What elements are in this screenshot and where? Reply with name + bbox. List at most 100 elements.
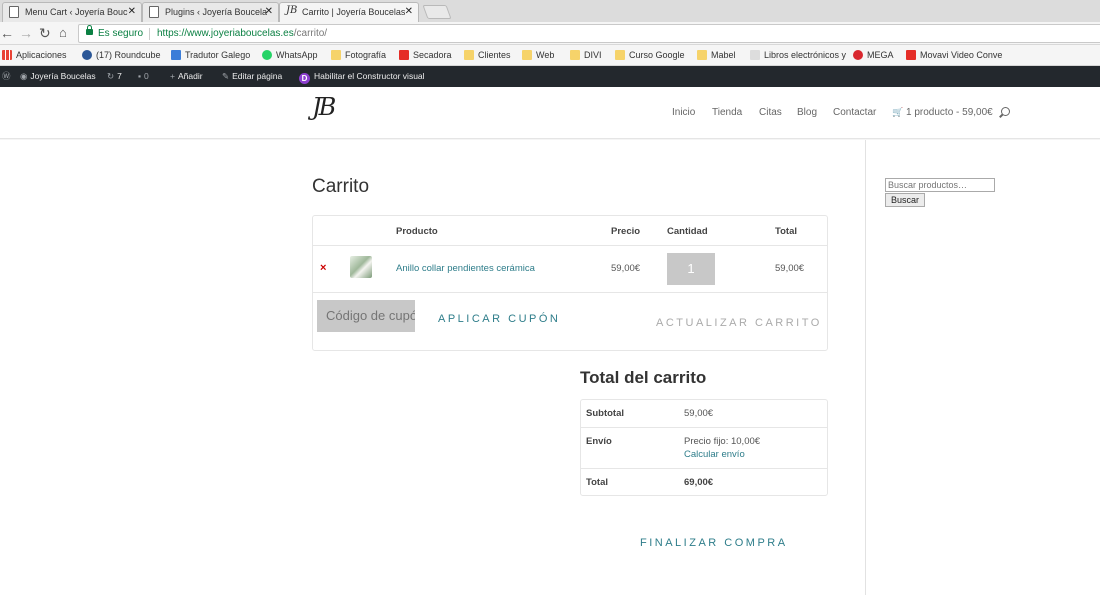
folder-icon <box>331 50 341 60</box>
tab-title: Menu Cart ‹ Joyería Bouc <box>25 7 128 17</box>
adminbar-site-name[interactable]: ◉ Joyería Boucelas <box>20 66 96 87</box>
column-header-total: Total <box>775 226 797 237</box>
bookmark-label: Web <box>536 50 555 60</box>
tab-title: Carrito | Joyería Boucelas <box>302 7 406 17</box>
bookmarks-bar: Aplicaciones (17) Roundcube Tradutor Gal… <box>0 45 1100 66</box>
bookmark-roundcube[interactable]: (17) Roundcube <box>82 49 161 61</box>
folder-icon <box>615 50 625 60</box>
bookmark-curso-google[interactable]: Curso Google <box>615 49 685 61</box>
adminbar-comments[interactable]: ▪ 0 <box>138 66 149 87</box>
menu-item-tienda[interactable]: Tienda <box>712 107 742 118</box>
bookmark-label: (17) Roundcube <box>96 50 161 60</box>
bookmark-mabel[interactable]: Mabel <box>697 49 736 61</box>
adminbar-add-new[interactable]: + Añadir <box>170 66 203 87</box>
back-icon[interactable]: ← <box>0 24 14 42</box>
url-path: /carrito/ <box>293 28 328 39</box>
pencil-icon: ✎ <box>222 71 230 81</box>
site-header: JB Inicio Tienda Citas Blog Contactar 🛒 … <box>0 87 1100 139</box>
bookmark-libros[interactable]: Libros electrónicos y <box>750 49 846 61</box>
page-icon <box>149 6 159 18</box>
folder-icon <box>522 50 532 60</box>
update-cart-button[interactable]: ACTUALIZAR CARRITO <box>656 317 822 329</box>
updates-count: 7 <box>117 71 122 81</box>
close-tab-icon[interactable]: ✕ <box>405 3 413 21</box>
bookmark-tradutor[interactable]: Tradutor Galego <box>171 49 250 61</box>
bookmark-label: Libros electrónicos y <box>764 50 847 60</box>
site-logo[interactable]: JB <box>312 93 336 121</box>
bookmark-divi[interactable]: DIVI <box>570 49 602 61</box>
cart-table: Producto Precio Cantidad Total × Anillo … <box>312 215 828 351</box>
product-thumbnail[interactable] <box>350 256 372 278</box>
adminbar-updates[interactable]: ↻ 7 <box>107 66 122 87</box>
wordpress-logo-icon[interactable]: Ⓦ <box>2 66 14 87</box>
sidebar-divider <box>865 140 866 595</box>
apply-coupon-button[interactable]: APLICAR CUPÓN <box>438 313 560 325</box>
search-icon[interactable] <box>1001 107 1010 116</box>
bookmark-fotografia[interactable]: Fotografía <box>331 49 386 61</box>
divider <box>149 28 150 40</box>
bookmark-label: Mabel <box>711 50 736 60</box>
dashboard-icon: ◉ <box>20 71 28 81</box>
close-tab-icon[interactable]: ✕ <box>128 3 136 21</box>
site-name-label: Joyería Boucelas <box>30 71 96 81</box>
bookmark-secadora[interactable]: Secadora <box>399 49 452 61</box>
youtube-icon <box>906 50 916 60</box>
home-icon[interactable]: ⌂ <box>59 24 67 42</box>
close-tab-icon[interactable]: ✕ <box>265 3 273 21</box>
bookmark-label: Clientes <box>478 50 511 60</box>
wp-admin-bar: Ⓦ ◉ Joyería Boucelas ↻ 7 ▪ 0 + Añadir ✎ Edita… <box>0 66 1100 87</box>
item-price: 59,00€ <box>611 263 641 274</box>
remove-item-icon[interactable]: × <box>320 262 326 274</box>
item-total: 59,00€ <box>775 263 805 274</box>
cart-totals-table: Subtotal 59,00€ Envío Precio fijo: 10,00… <box>580 399 828 496</box>
browser-tab-carrito[interactable]: JB Carrito | Joyería Boucelas ✕ <box>279 2 419 23</box>
divider <box>581 427 827 428</box>
translator-icon <box>171 50 181 60</box>
bookmark-web[interactable]: Web <box>522 49 554 61</box>
adminbar-visual-builder[interactable]: D Habilitar el Constructor visual <box>299 66 425 87</box>
url-host: https://www.joyeriaboucelas.es <box>157 28 294 39</box>
bookmark-movavi[interactable]: Movavi Video Conve <box>906 49 1002 61</box>
quantity-input[interactable] <box>667 253 715 285</box>
bookmark-whatsapp[interactable]: WhatsApp <box>262 49 318 61</box>
divider <box>313 292 827 293</box>
total-value: 69,00€ <box>684 477 714 488</box>
comment-icon: ▪ <box>138 71 142 81</box>
product-name-link[interactable]: Anillo collar pendientes cerámica <box>396 263 535 274</box>
column-header-price: Precio <box>611 226 641 237</box>
menu-item-citas[interactable]: Citas <box>759 107 782 118</box>
bookmark-apps[interactable]: Aplicaciones <box>2 49 67 61</box>
roundcube-icon <box>82 50 92 60</box>
menu-cart-link[interactable]: 🛒 1 producto - 59,00€ <box>892 107 993 118</box>
address-bar[interactable]: Es seguro https://www.joyeriaboucelas.es… <box>78 24 1100 43</box>
browser-tab-plugins[interactable]: Plugins ‹ Joyería Boucela ✕ <box>142 2 279 22</box>
menu-item-blog[interactable]: Blog <box>797 107 817 118</box>
comments-count: 0 <box>144 71 149 81</box>
forward-icon[interactable]: → <box>19 24 33 42</box>
browser-tab-menu-cart[interactable]: Menu Cart ‹ Joyería Bouc ✕ <box>2 2 142 22</box>
menu-item-contactar[interactable]: Contactar <box>833 107 876 118</box>
bookmark-label: WhatsApp <box>276 50 318 60</box>
shipping-value: Precio fijo: 10,00€ <box>684 436 761 447</box>
coupon-code-input[interactable] <box>317 300 415 332</box>
cart-totals-title: Total del carrito <box>580 368 707 387</box>
menu-item-inicio[interactable]: Inicio <box>672 107 695 118</box>
bookmark-mega[interactable]: MEGA <box>853 49 894 61</box>
mega-icon <box>853 50 863 60</box>
reload-icon[interactable]: ↻ <box>39 24 51 42</box>
column-header-product: Producto <box>396 226 438 237</box>
subtotal-value: 59,00€ <box>684 408 714 419</box>
calculate-shipping-link[interactable]: Calcular envío <box>684 449 745 460</box>
bookmark-clientes[interactable]: Clientes <box>464 49 511 61</box>
youtube-icon <box>399 50 409 60</box>
column-header-quantity: Cantidad <box>667 226 708 237</box>
updates-icon: ↻ <box>107 71 115 81</box>
adminbar-edit-page[interactable]: ✎ Editar página <box>222 66 282 87</box>
browser-tab-bar: Menu Cart ‹ Joyería Bouc ✕ Plugins ‹ Joy… <box>0 0 1100 23</box>
product-search-input[interactable] <box>885 178 995 192</box>
cart-icon: 🛒 <box>892 107 904 117</box>
product-search-button[interactable]: Buscar <box>885 193 926 207</box>
new-tab-button[interactable] <box>422 5 452 19</box>
checkout-button[interactable]: FINALIZAR COMPRA <box>640 537 788 549</box>
lock-icon <box>86 25 93 35</box>
